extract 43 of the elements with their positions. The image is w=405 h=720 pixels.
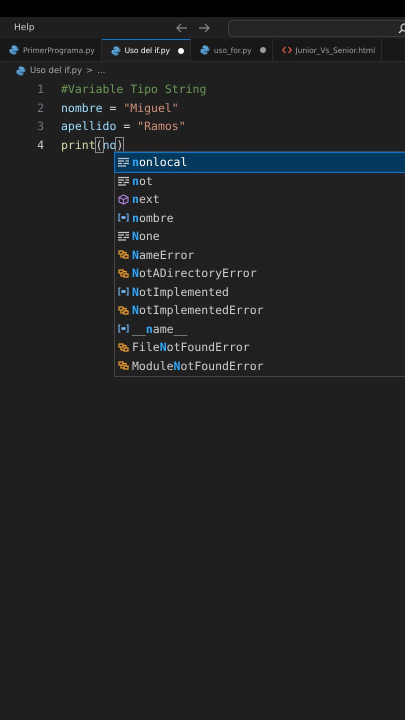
suggestion-item[interactable]: ModuleNotFoundError xyxy=(115,356,405,375)
menu-item[interactable]: Help xyxy=(14,23,35,33)
class-icon xyxy=(118,342,129,353)
variable-icon xyxy=(118,213,129,222)
keyword-icon xyxy=(118,176,129,186)
suggestion-item[interactable]: NotADirectoryError xyxy=(115,264,405,282)
python-file-icon xyxy=(16,66,26,76)
breadcrumb-item[interactable]: ... xyxy=(97,66,106,76)
keyword-icon xyxy=(118,157,129,168)
suggestion-item[interactable]: nombre xyxy=(115,208,405,227)
code-line: apellido = "Ramos" xyxy=(61,119,186,134)
keyword-icon xyxy=(118,231,129,242)
back-arrow-icon[interactable] xyxy=(176,23,188,33)
python-file-icon xyxy=(200,45,210,55)
suggestion-item[interactable]: not xyxy=(115,172,405,190)
line-number: 3 xyxy=(36,119,44,134)
class-icon xyxy=(118,360,129,372)
line-number: 1 xyxy=(36,82,44,96)
cube-icon xyxy=(118,194,129,205)
class-icon xyxy=(118,268,129,279)
python-file-icon xyxy=(110,46,121,56)
variable-icon xyxy=(118,287,129,296)
breadcrumb-item[interactable]: Uso del if.py xyxy=(30,66,82,76)
suggestion-item[interactable]: nonlocal xyxy=(115,153,405,172)
line-number: 4 xyxy=(36,138,44,152)
suggestion-item[interactable]: NotImplementedError xyxy=(115,301,405,320)
suggestion-item[interactable]: next xyxy=(115,190,405,208)
variable-icon xyxy=(118,324,129,334)
code-line: nombre = "Miguel" xyxy=(61,100,179,115)
python-file-icon xyxy=(9,45,19,55)
suggestion-item[interactable]: NotImplemented xyxy=(115,282,405,301)
search-field[interactable] xyxy=(228,20,405,36)
class-icon xyxy=(118,304,129,316)
class-icon xyxy=(118,249,129,260)
line-number: 2 xyxy=(36,100,44,115)
code-brackets-icon xyxy=(282,45,292,55)
forward-arrow-icon[interactable] xyxy=(198,23,210,33)
suggestion-item[interactable]: FileNotFoundError xyxy=(115,338,405,356)
suggestion-item[interactable]: None xyxy=(115,227,405,246)
breadcrumb-separator: > xyxy=(86,66,94,76)
suggestion-item[interactable]: NameError xyxy=(115,246,405,264)
code-line: #Variable Tipo String xyxy=(61,82,206,96)
suggestion-item[interactable]: __name__ xyxy=(115,320,405,338)
